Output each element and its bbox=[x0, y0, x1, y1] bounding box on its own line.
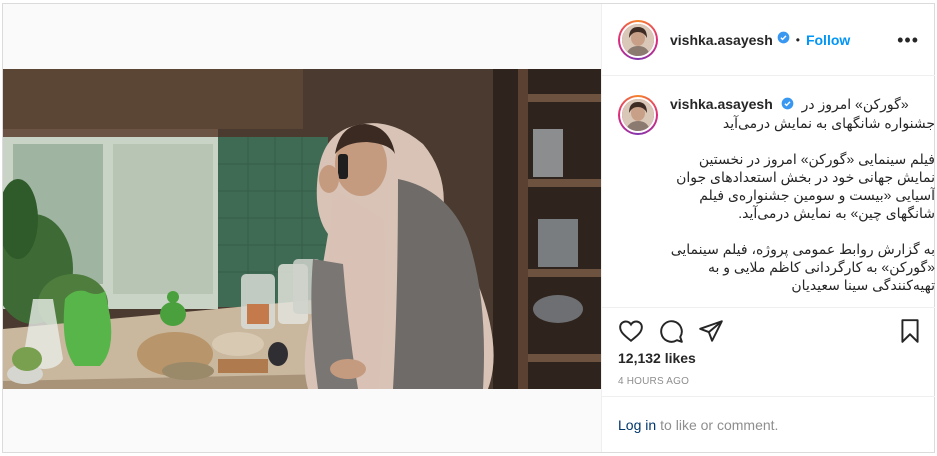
caption-username[interactable]: vishka.asayesh bbox=[670, 96, 773, 112]
caption-avatar[interactable] bbox=[618, 95, 658, 135]
post-photo-illustration bbox=[3, 69, 601, 389]
bookmark-icon[interactable] bbox=[897, 318, 923, 344]
header-username[interactable]: vishka.asayesh bbox=[670, 32, 773, 48]
follow-button[interactable]: Follow bbox=[806, 32, 850, 48]
caption-avatar-image bbox=[622, 99, 654, 131]
avatar[interactable] bbox=[618, 19, 658, 60]
post-photo[interactable] bbox=[3, 69, 601, 389]
caption-text: vishka.asayesh «گورکن» امروز در جشنواره … bbox=[670, 95, 935, 294]
login-link[interactable]: Log in bbox=[618, 417, 656, 433]
more-options-icon[interactable]: ••• bbox=[897, 30, 919, 51]
caption-row: vishka.asayesh «گورکن» امروز در جشنواره … bbox=[618, 95, 935, 294]
action-bar bbox=[602, 307, 935, 347]
post-header: vishka.asayesh • Follow ••• bbox=[602, 4, 935, 76]
caption-verified-badge-icon bbox=[781, 96, 794, 114]
login-suffix: to like or comment. bbox=[660, 416, 779, 433]
login-prompt: Log in to like or comment. bbox=[602, 396, 935, 452]
media-panel bbox=[3, 4, 601, 452]
avatar-image bbox=[622, 23, 654, 56]
verified-badge-icon bbox=[777, 31, 790, 49]
post-sidebar: vishka.asayesh • Follow ••• vishka.asaye… bbox=[601, 4, 935, 452]
like-count[interactable]: 12,132 likes bbox=[618, 350, 696, 366]
post-timestamp[interactable]: 4 HOURS AGO bbox=[618, 376, 689, 387]
instagram-post-window: vishka.asayesh • Follow ••• vishka.asaye… bbox=[2, 3, 935, 453]
caption-paragraph-1: فیلم سینمایی «گورکن» امروز در نخستین نما… bbox=[676, 151, 935, 222]
caption-area: vishka.asayesh «گورکن» امروز در جشنواره … bbox=[602, 77, 935, 307]
caption-line-2: جشنواره شانگهای به نمایش درمی‌آید bbox=[722, 115, 935, 132]
comment-icon[interactable] bbox=[658, 318, 684, 344]
caption-line-1: «گورکن» امروز در bbox=[801, 96, 909, 112]
share-icon[interactable] bbox=[698, 318, 724, 344]
heart-icon[interactable] bbox=[618, 318, 644, 344]
separator-dot: • bbox=[795, 32, 800, 47]
caption-paragraph-2: به گزارش روابط عمومی پروژه، فیلم سینمایی… bbox=[670, 241, 935, 294]
